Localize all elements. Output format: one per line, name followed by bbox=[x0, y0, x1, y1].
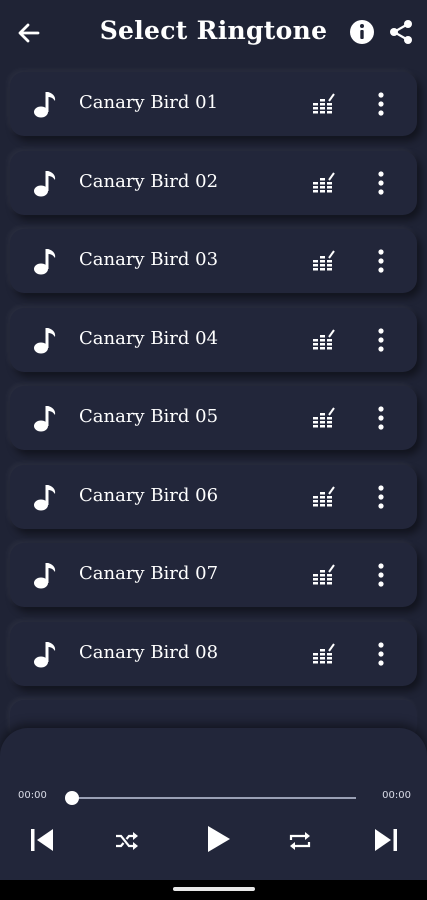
music-note-icon bbox=[34, 484, 56, 510]
ringtone-name: Canary Bird 06 bbox=[79, 484, 219, 506]
more-vertical-icon[interactable] bbox=[370, 169, 392, 197]
repeat-icon[interactable] bbox=[287, 829, 313, 853]
more-vertical-icon[interactable] bbox=[370, 404, 392, 432]
info-icon[interactable] bbox=[348, 18, 376, 46]
ringtone-name: Canary Bird 02 bbox=[79, 170, 219, 192]
equalizer-icon[interactable] bbox=[312, 485, 336, 508]
shuffle-icon[interactable] bbox=[114, 830, 140, 852]
ringtone-name: Canary Bird 03 bbox=[79, 249, 219, 270]
music-note-icon bbox=[34, 249, 56, 275]
app-header: Select Ringtone bbox=[0, 0, 427, 66]
more-vertical-icon[interactable] bbox=[370, 561, 392, 589]
current-time: 00:00 bbox=[18, 790, 47, 801]
more-vertical-icon[interactable] bbox=[370, 90, 392, 118]
equalizer-icon[interactable] bbox=[312, 564, 336, 586]
seek-bar[interactable] bbox=[72, 797, 356, 799]
ringtone-name: Canary Bird 07 bbox=[79, 563, 219, 584]
equalizer-icon[interactable] bbox=[312, 171, 336, 194]
system-nav-bar bbox=[0, 880, 427, 900]
skip-next-icon[interactable] bbox=[372, 826, 400, 854]
music-note-icon bbox=[34, 92, 56, 118]
music-note-icon bbox=[34, 563, 56, 589]
ringtone-item[interactable]: Canary Bird 02 bbox=[10, 150, 417, 215]
more-vertical-icon[interactable] bbox=[370, 483, 392, 511]
equalizer-icon[interactable] bbox=[312, 250, 336, 272]
equalizer-icon[interactable] bbox=[312, 642, 336, 665]
ringtone-name: Canary Bird 05 bbox=[79, 406, 219, 427]
skip-previous-icon[interactable] bbox=[28, 826, 56, 854]
ringtone-item[interactable]: Canary Bird 06 bbox=[10, 464, 417, 529]
music-note-icon bbox=[34, 406, 56, 432]
ringtone-item[interactable]: Canary Bird 07 bbox=[10, 543, 417, 607]
music-note-icon bbox=[34, 327, 56, 353]
equalizer-icon[interactable] bbox=[312, 328, 336, 351]
equalizer-icon[interactable] bbox=[312, 407, 336, 429]
more-vertical-icon[interactable] bbox=[370, 326, 392, 354]
duration-time: 00:00 bbox=[382, 790, 411, 801]
ringtone-name: Canary Bird 04 bbox=[79, 327, 219, 349]
equalizer-icon[interactable] bbox=[312, 93, 336, 115]
home-indicator[interactable] bbox=[173, 887, 255, 891]
music-note-icon bbox=[34, 170, 56, 196]
play-icon[interactable] bbox=[204, 824, 232, 854]
ringtone-item[interactable]: Canary Bird 01 bbox=[10, 72, 417, 136]
seek-thumb[interactable] bbox=[65, 791, 79, 805]
audio-player: 00:00 00:00 bbox=[0, 728, 427, 900]
ringtone-item[interactable]: Canary Bird 05 bbox=[10, 386, 417, 450]
ringtone-name: Canary Bird 01 bbox=[79, 92, 219, 113]
ringtone-item[interactable]: Canary Bird 04 bbox=[10, 307, 417, 372]
music-note-icon bbox=[34, 641, 56, 667]
ringtone-name: Canary Bird 08 bbox=[79, 641, 219, 663]
share-icon[interactable] bbox=[388, 18, 414, 46]
ringtone-item[interactable]: Canary Bird 03 bbox=[10, 229, 417, 293]
ringtone-item[interactable]: Canary Bird 08 bbox=[10, 621, 417, 686]
more-vertical-icon[interactable] bbox=[370, 640, 392, 668]
more-vertical-icon[interactable] bbox=[370, 247, 392, 275]
